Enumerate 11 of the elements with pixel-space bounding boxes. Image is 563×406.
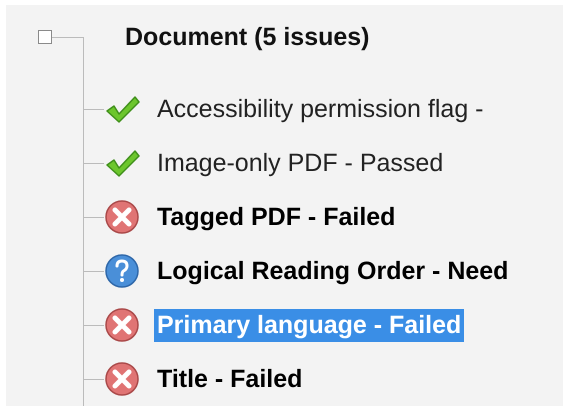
tree-item[interactable]: Image-only PDF - Passed [154, 146, 446, 180]
question-icon [104, 253, 140, 289]
collapse-toggle[interactable] [38, 30, 52, 44]
tree-item[interactable]: Title - Failed [154, 362, 306, 396]
tree-item[interactable]: Logical Reading Order - Need [154, 254, 512, 288]
error-icon [104, 199, 140, 235]
tree-group-title[interactable]: Document (5 issues) [125, 22, 370, 52]
error-icon [104, 307, 140, 343]
tree-item[interactable]: Tagged PDF - Failed [154, 200, 398, 234]
error-icon [104, 361, 140, 397]
tree-item[interactable]: Accessibility permission flag - [154, 92, 486, 126]
